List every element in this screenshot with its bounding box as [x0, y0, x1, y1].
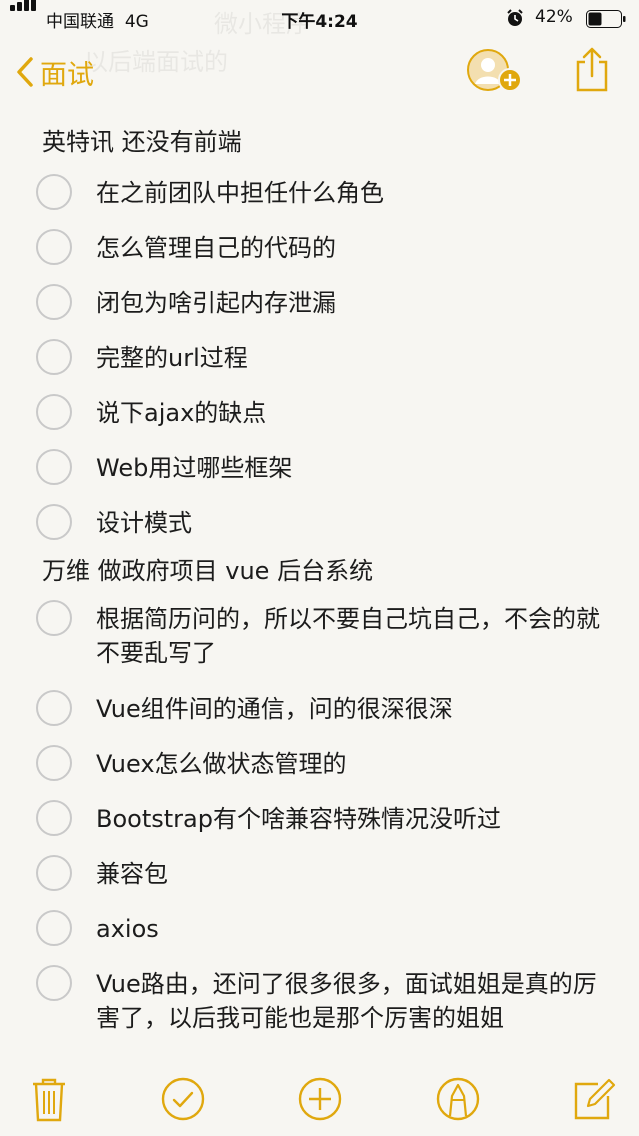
nav-bar: 面试 — [0, 40, 639, 104]
checkbox[interactable] — [36, 174, 72, 210]
compose-icon[interactable] — [572, 1076, 616, 1122]
add-person-icon[interactable] — [466, 48, 524, 96]
item-text: Bootstrap有个啥兼容特殊情况没听过 — [96, 805, 501, 833]
item-text: Vue路由，还问了很多很多，面试姐姐是真的厉害了，以后我可能也是那个厉害的姐姐 — [96, 970, 597, 1032]
trash-icon[interactable] — [30, 1076, 68, 1124]
item-text: 说下ajax的缺点 — [96, 399, 267, 427]
item-text: axios — [96, 915, 159, 943]
checkbox[interactable] — [36, 339, 72, 375]
share-icon[interactable] — [572, 46, 612, 94]
checkbox[interactable] — [36, 800, 72, 836]
chevron-left-icon — [17, 57, 33, 87]
item-text: 在之前团队中担任什么角色 — [96, 179, 384, 207]
checklist-icon[interactable] — [160, 1076, 206, 1122]
back-button[interactable]: 面试 — [16, 50, 94, 94]
checkbox[interactable] — [36, 855, 72, 891]
bottom-toolbar — [0, 1070, 639, 1130]
battery-icon — [586, 10, 626, 28]
checkbox[interactable] — [36, 690, 72, 726]
item-text: 根据简历问的，所以不要自己坑自己，不会的就不要乱写了 — [96, 605, 600, 667]
item-text: 设计模式 — [96, 509, 192, 537]
checkbox[interactable] — [36, 965, 72, 1001]
checkbox[interactable] — [36, 394, 72, 430]
checkbox[interactable] — [36, 745, 72, 781]
item-text: 怎么管理自己的代码的 — [96, 234, 336, 262]
battery-percent: 42% — [535, 7, 573, 27]
add-icon[interactable] — [297, 1076, 343, 1122]
checkbox[interactable] — [36, 504, 72, 540]
checkbox[interactable] — [36, 284, 72, 320]
item-text: 兼容包 — [96, 860, 168, 888]
back-label: 面试 — [40, 59, 94, 91]
alarm-icon — [507, 9, 523, 26]
checkbox[interactable] — [36, 910, 72, 946]
item-text: Vuex怎么做状态管理的 — [96, 750, 347, 778]
item-text: 闭包为啥引起内存泄漏 — [96, 289, 336, 317]
ghost-text-1: 微小程序 — [214, 10, 310, 38]
item-text: Vue组件间的通信，问的很深很深 — [96, 695, 453, 723]
checkbox[interactable] — [36, 600, 72, 636]
item-text: 完整的url过程 — [96, 344, 248, 372]
checkbox[interactable] — [36, 229, 72, 265]
checkbox[interactable] — [36, 449, 72, 485]
section-heading: 万维 做政府项目 vue 后台系统 — [42, 557, 374, 585]
status-bar: 中国联通 4G 下午4:24 42% — [0, 0, 639, 36]
item-text: Web用过哪些框架 — [96, 454, 293, 482]
markup-pen-icon[interactable] — [435, 1076, 481, 1122]
section-heading: 英特讯 还没有前端 — [42, 128, 242, 156]
